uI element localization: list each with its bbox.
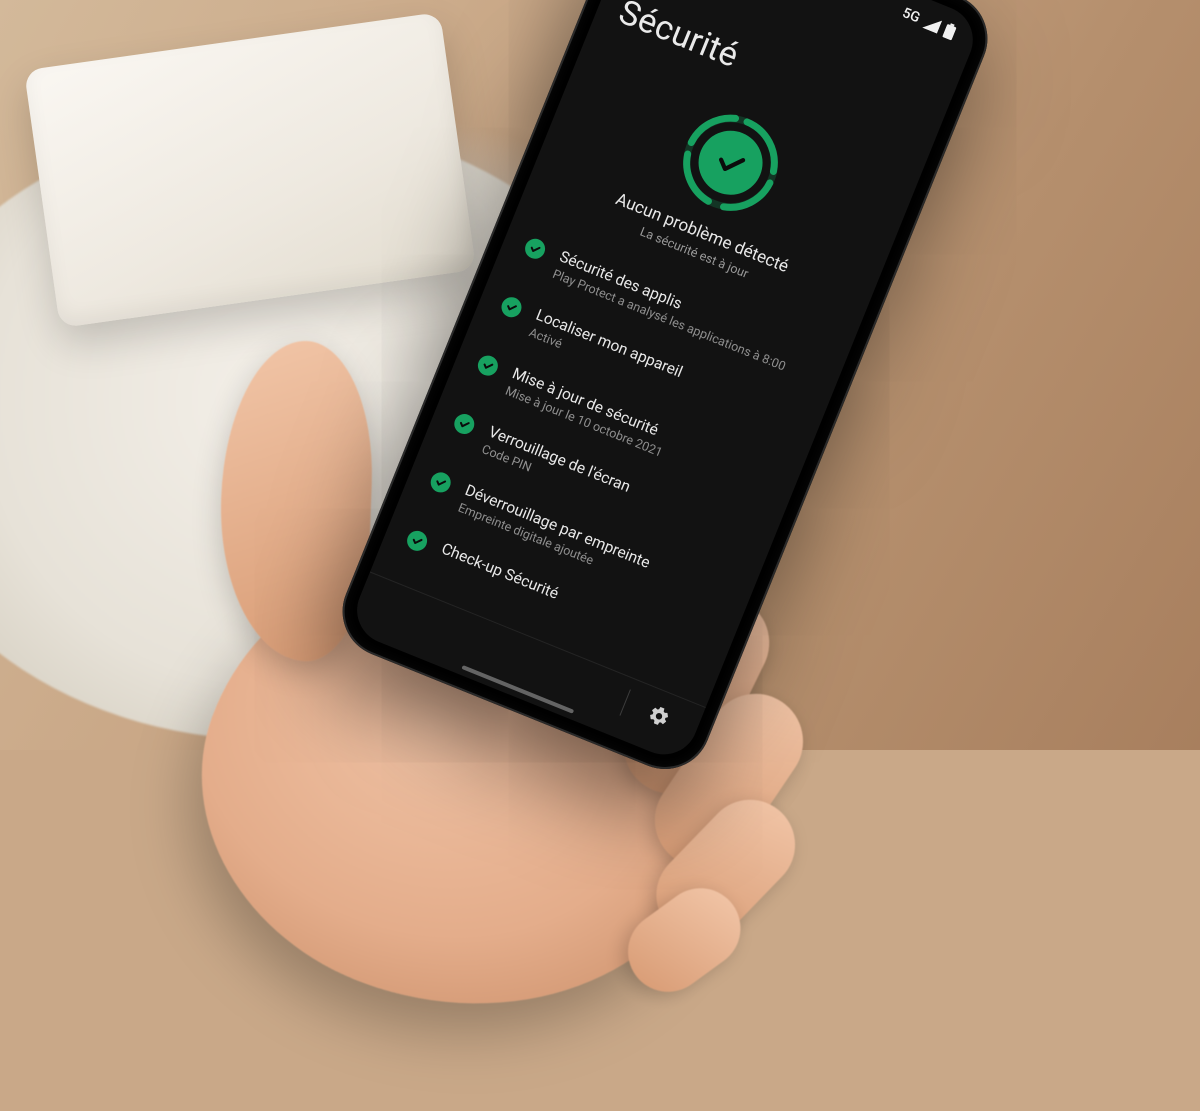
status-ok-icon: [522, 236, 548, 262]
signal-icon: [922, 15, 942, 34]
status-ok-icon: [498, 294, 524, 320]
check-icon: [708, 141, 752, 185]
status-ok-icon: [428, 469, 454, 495]
status-network-label: 5G: [900, 5, 922, 26]
status-ok-icon: [404, 528, 430, 554]
status-ok-icon: [475, 353, 501, 379]
gear-icon: [645, 701, 674, 730]
settings-gear-button[interactable]: [636, 692, 683, 739]
status-ok-icon: [451, 411, 477, 437]
battery-icon: [942, 22, 957, 41]
divider: [620, 689, 631, 715]
